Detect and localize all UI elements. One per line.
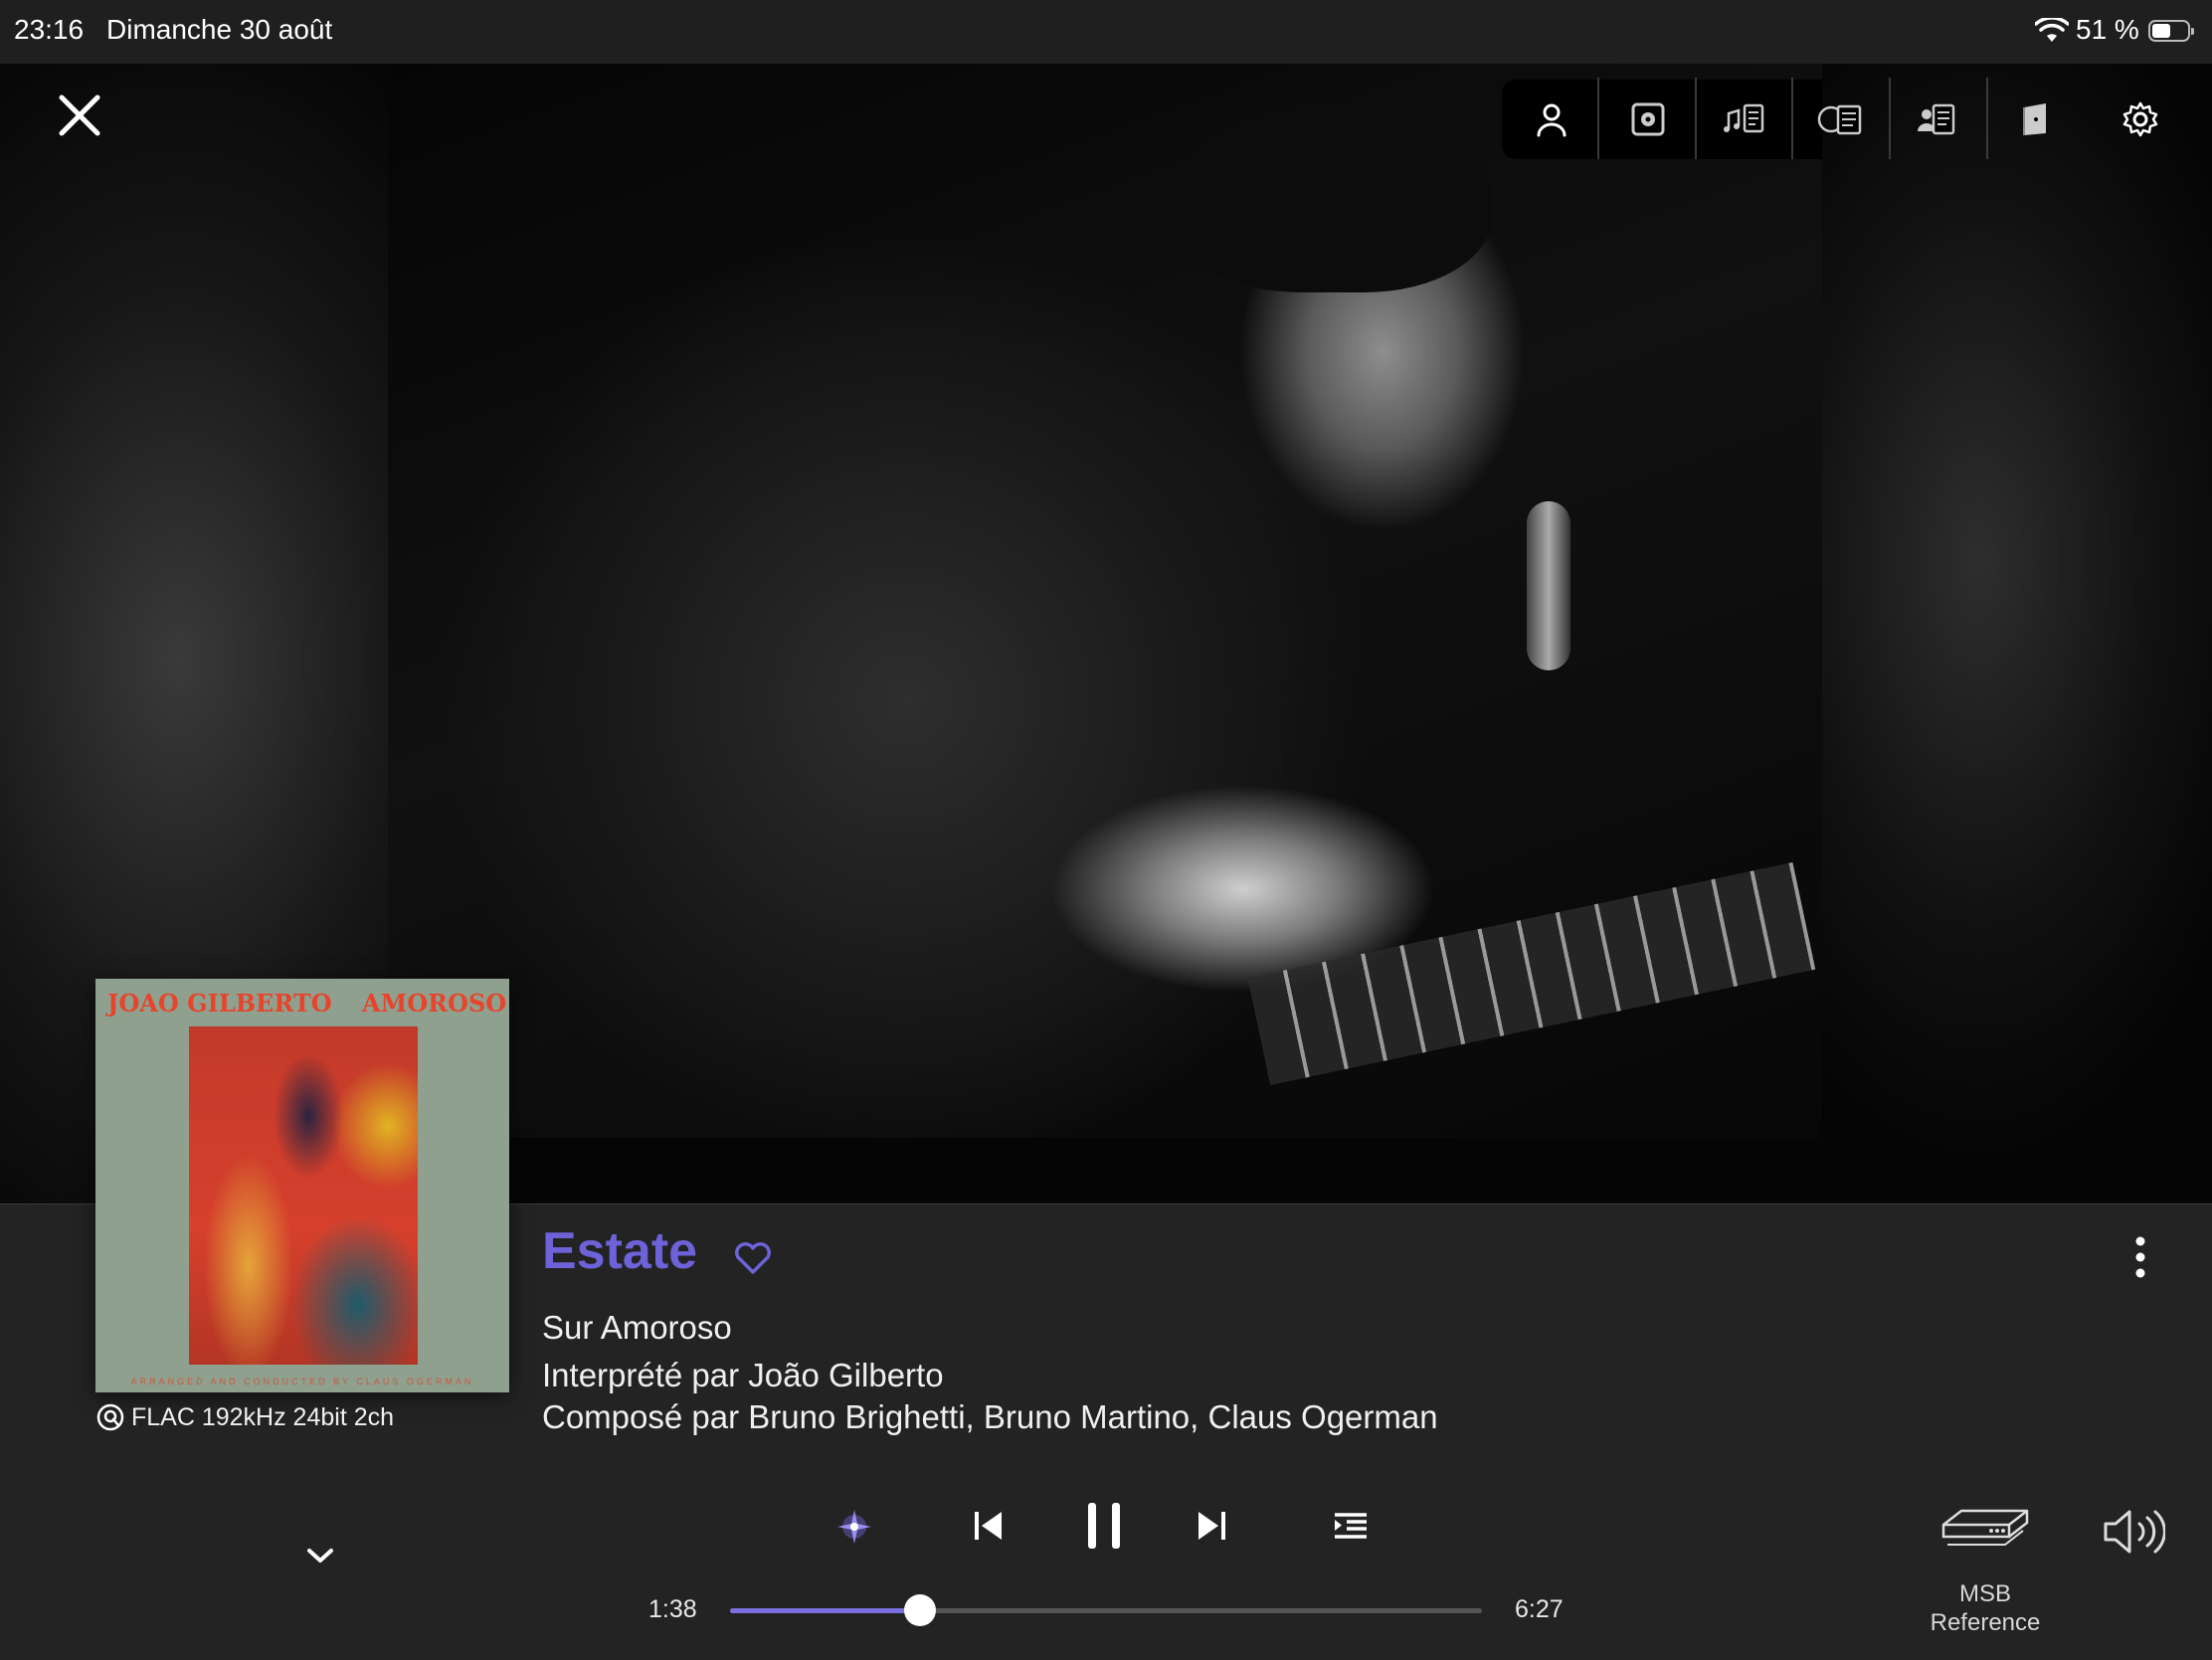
- wifi-icon: [2034, 16, 2070, 49]
- pause-icon: [1088, 1503, 1120, 1549]
- cover-album-text: AMOROSO: [362, 989, 507, 1017]
- close-icon: [59, 94, 100, 136]
- biography-icon: [1918, 103, 1955, 135]
- sparkle-icon: [837, 1510, 871, 1544]
- status-time: 23:16: [14, 14, 85, 45]
- toolbar-divider: [1597, 78, 1599, 159]
- sound-effects-button[interactable]: [830, 1502, 879, 1552]
- queue-icon: [1335, 1513, 1367, 1539]
- chevron-down-icon: [307, 1549, 333, 1563]
- queue-button[interactable]: [1327, 1504, 1375, 1548]
- booklet-icon: [2023, 103, 2046, 135]
- album-view-button[interactable]: [1600, 80, 1696, 159]
- close-button[interactable]: [54, 90, 105, 141]
- status-date: Dimanche 30 août: [106, 14, 333, 45]
- heart-icon: [735, 1242, 771, 1274]
- next-track-button[interactable]: [1188, 1502, 1235, 1550]
- output-device-name[interactable]: MSB Reference: [1890, 1579, 2081, 1637]
- biography-view-button[interactable]: [1891, 80, 1986, 159]
- previous-track-button[interactable]: [965, 1502, 1013, 1550]
- battery-percent: 51 %: [2076, 14, 2139, 45]
- pause-button[interactable]: [1076, 1498, 1132, 1554]
- credits-view-button[interactable]: [1793, 80, 1889, 159]
- photo-detail: [1174, 103, 1492, 292]
- settings-button[interactable]: [2093, 80, 2188, 159]
- settings-icon: [2122, 101, 2158, 137]
- favorite-button[interactable]: [734, 1241, 772, 1280]
- streamer-device-icon: [1941, 1509, 2029, 1546]
- more-vertical-icon: [2135, 1236, 2145, 1278]
- output-device-name-line2: Reference: [1930, 1609, 2041, 1636]
- battery-icon: [2148, 20, 2194, 42]
- backdrop-blur: [1820, 64, 2212, 1203]
- volume-button[interactable]: [2101, 1504, 2166, 1560]
- elapsed-time: 1:38: [648, 1595, 697, 1623]
- composer-line[interactable]: Composé par Bruno Brighetti, Bruno Marti…: [542, 1398, 1438, 1436]
- photo-detail: [1527, 501, 1570, 670]
- collapse-player-button[interactable]: [300, 1536, 340, 1575]
- track-title[interactable]: Estate: [542, 1221, 697, 1281]
- performer-line[interactable]: Interprété par João Gilberto: [542, 1357, 944, 1394]
- output-device-button[interactable]: [1937, 1500, 2033, 1562]
- cover-credit-text: ARRANGED AND CONDUCTED BY CLAUS OGERMAN: [130, 1377, 474, 1386]
- photo-detail: [1247, 861, 1816, 1086]
- cover-artwork: [189, 1026, 418, 1365]
- skip-next-icon: [1198, 1512, 1225, 1540]
- album-icon: [1631, 102, 1665, 136]
- skip-previous-icon: [975, 1512, 1002, 1540]
- hires-badge-icon: [96, 1403, 124, 1431]
- album-line[interactable]: Sur Amoroso: [542, 1309, 732, 1347]
- artist-icon: [1537, 103, 1567, 137]
- toolbar-divider: [1695, 78, 1697, 159]
- more-options-button[interactable]: [2122, 1231, 2158, 1283]
- total-duration: 6:27: [1515, 1595, 1564, 1623]
- artist-view-button[interactable]: [1504, 80, 1599, 159]
- audio-format: FLAC 192kHz 24bit 2ch: [95, 1402, 394, 1432]
- artist-photo: [388, 64, 1822, 1138]
- seek-bar-fill: [730, 1608, 921, 1613]
- seek-bar[interactable]: [730, 1594, 1482, 1626]
- cover-artist-text: JOAO GILBERTO: [107, 989, 332, 1017]
- album-cover[interactable]: JOAO GILBERTO AMOROSO ARRANGED AND CONDU…: [95, 979, 509, 1392]
- output-device-name-line1: MSB: [1958, 1580, 2011, 1607]
- status-bar: 23:16 Dimanche 30 août 51 %: [0, 0, 2212, 64]
- lyrics-icon: [1724, 103, 1764, 133]
- lyrics-view-button[interactable]: [1698, 80, 1793, 159]
- booklet-view-button[interactable]: [1988, 80, 2084, 159]
- audio-format-label: FLAC 192kHz 24bit 2ch: [131, 1402, 395, 1431]
- credits-icon: [1817, 104, 1862, 135]
- speaker-volume-icon: [2104, 1510, 2165, 1554]
